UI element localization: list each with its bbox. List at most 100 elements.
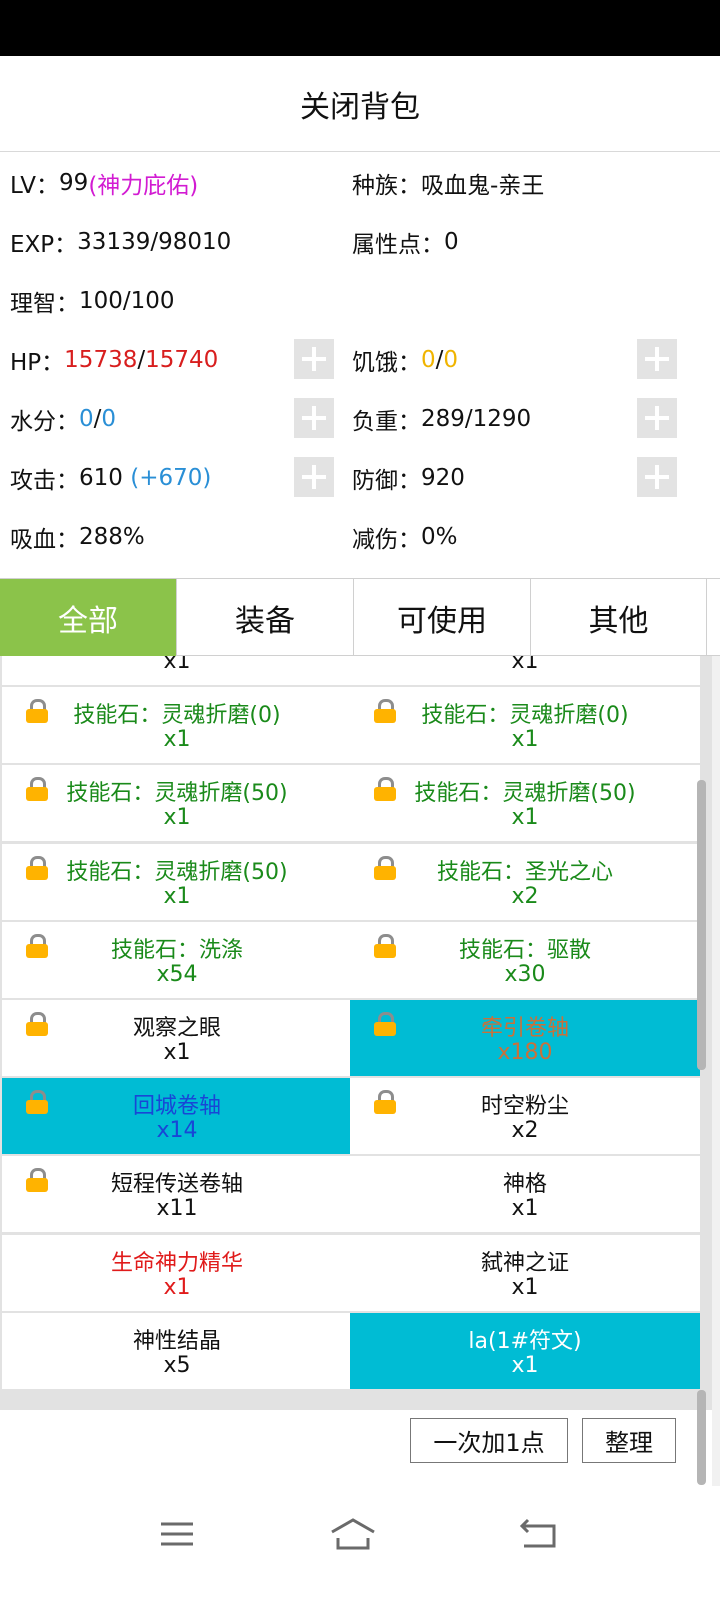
exp-label: EXP： xyxy=(10,231,78,258)
inventory-item[interactable]: 技能石：灵魂折磨(50) x1 xyxy=(2,765,352,841)
item-name: 牵引卷轴 xyxy=(480,1016,569,1041)
item-count: x1 xyxy=(163,805,191,830)
exp-value: 33139/98010 xyxy=(77,228,232,255)
item-name: 时空粉尘 xyxy=(480,1094,569,1119)
item-name: 技能石：灵魂折磨(0) xyxy=(73,703,281,728)
def-label: 防御： xyxy=(352,467,421,494)
tab-equipment[interactable]: 装备 xyxy=(177,579,354,656)
item-count: x2 xyxy=(511,884,539,909)
item-count: x11 xyxy=(156,1196,198,1221)
item-count: x5 xyxy=(163,1353,191,1378)
item-count: x1 xyxy=(163,727,191,752)
water-current: 0 xyxy=(79,405,94,432)
item-name: 神性结晶 xyxy=(132,1329,221,1354)
item-name: 技能石：圣光之心 xyxy=(436,860,613,885)
lv-stat: LV： 99 (神力庇佑) xyxy=(10,153,198,212)
item-name: 神格 xyxy=(502,1172,547,1197)
item-count: x1 xyxy=(511,656,539,674)
attack-stat: 攻击： 610 (+670) xyxy=(10,448,211,507)
water-max: 0 xyxy=(101,405,117,432)
item-name: 弑神之证 xyxy=(480,1251,569,1276)
back-icon[interactable] xyxy=(514,1514,564,1554)
item-name: 技能石：洗涤 xyxy=(110,938,243,963)
hp-stat: HP： 15738 / 15740 xyxy=(10,330,218,389)
exp-stat: EXP： 33139/98010 xyxy=(10,212,231,271)
lifesteal-stat: 吸血： 288% xyxy=(10,507,145,566)
lv-bonus: (神力庇佑) xyxy=(88,172,199,199)
inventory-item[interactable]: 短程传送卷轴 x11 xyxy=(2,1156,352,1232)
inventory-item[interactable]: 牵引卷轴 x180 xyxy=(350,1000,700,1076)
menu-icon[interactable] xyxy=(152,1514,202,1554)
defense-plus-button[interactable] xyxy=(637,457,677,497)
inventory-item[interactable]: la(1#符文) x1 xyxy=(350,1313,700,1389)
category-tabs: 全部 装备 可使用 其他 xyxy=(0,578,720,656)
hp-plus-button[interactable] xyxy=(294,339,334,379)
inventory-item[interactable]: 技能石：圣光之心 x2 xyxy=(350,844,700,920)
item-name: 短程传送卷轴 xyxy=(110,1172,243,1197)
sort-button[interactable]: 整理 xyxy=(582,1418,676,1463)
inventory-item[interactable]: 弑神之证 x1 xyxy=(350,1235,700,1311)
lv-value: 99 xyxy=(59,169,89,196)
hunger-current: 0 xyxy=(421,346,436,373)
hp-current: 15738 xyxy=(64,346,138,373)
inventory-item[interactable]: 神性结晶 x5 xyxy=(2,1313,352,1389)
hunger-sep: / xyxy=(435,346,444,373)
item-name: 观察之眼 xyxy=(132,1016,221,1041)
def-value: 920 xyxy=(421,464,465,491)
water-label: 水分： xyxy=(10,408,79,435)
inventory-item[interactable]: 技能石：驱散 x30 xyxy=(350,922,700,998)
inventory-item[interactable]: 技能石：灵魂折磨(0) x1 xyxy=(350,687,700,763)
atk-value: 610 xyxy=(79,464,131,491)
inventory-grid[interactable]: x1 x1 技能石：灵魂折磨(0) x1 技能石：灵魂折磨(0) x1 技能石：灵魂折磨(5… xyxy=(0,656,712,1410)
system-nav-bar xyxy=(0,1490,720,1600)
item-count: x54 xyxy=(156,962,198,987)
close-bag-title[interactable]: 关闭背包 xyxy=(0,56,720,152)
lv-label: LV： xyxy=(10,172,60,199)
item-name: 技能石：灵魂折磨(0) xyxy=(421,703,629,728)
damage-reduce-stat: 减伤： 0% xyxy=(352,507,458,566)
hunger-label: 饥饿： xyxy=(352,349,421,376)
scrollbar-track[interactable] xyxy=(712,656,720,1486)
race-value: 吸血鬼-亲王 xyxy=(421,172,545,199)
hp-sep: / xyxy=(137,346,146,373)
attr-points-stat: 属性点： 0 xyxy=(352,212,459,271)
inventory-item[interactable]: 时空粉尘 x2 xyxy=(350,1078,700,1154)
attr-value: 0 xyxy=(444,228,459,255)
item-count: x1 xyxy=(511,1353,539,1378)
inventory-item[interactable]: x1 xyxy=(2,656,352,685)
sanity-stat: 理智： 100/100 xyxy=(10,271,175,330)
race-label: 种族： xyxy=(352,172,421,199)
inventory-item[interactable]: 技能石：洗涤 x54 xyxy=(2,922,352,998)
home-icon[interactable] xyxy=(328,1514,378,1554)
item-count: x30 xyxy=(504,962,546,987)
scrollbar-thumb-lower[interactable] xyxy=(697,1390,706,1485)
load-stat: 负重： 289/1290 xyxy=(352,389,531,448)
scrollbar-thumb[interactable] xyxy=(697,780,706,1070)
add-one-point-button[interactable]: 一次加1点 xyxy=(410,1418,568,1463)
inventory-item[interactable]: 回城卷轴 x14 xyxy=(2,1078,352,1154)
load-label: 负重： xyxy=(352,408,421,435)
hunger-plus-button[interactable] xyxy=(637,339,677,379)
tab-other[interactable]: 其他 xyxy=(531,579,707,656)
inventory-item[interactable]: 生命神力精华 x1 xyxy=(2,1235,352,1311)
sanity-label: 理智： xyxy=(10,290,79,317)
load-plus-button[interactable] xyxy=(637,398,677,438)
reduce-value: 0% xyxy=(421,523,458,550)
item-name: 技能石：灵魂折磨(50) xyxy=(66,860,288,885)
inventory-item[interactable]: x1 xyxy=(350,656,700,685)
water-plus-button[interactable] xyxy=(294,398,334,438)
inventory-item[interactable]: 技能石：灵魂折磨(50) x1 xyxy=(350,765,700,841)
tab-usable[interactable]: 可使用 xyxy=(354,579,531,656)
item-name: 生命神力精华 xyxy=(110,1251,243,1276)
item-count: x1 xyxy=(163,1040,191,1065)
tab-all[interactable]: 全部 xyxy=(0,579,177,656)
atk-label: 攻击： xyxy=(10,467,79,494)
inventory-item[interactable]: 技能石：灵魂折磨(50) x1 xyxy=(2,844,352,920)
item-name: 回城卷轴 xyxy=(132,1094,221,1119)
inventory-item[interactable]: 神格 x1 xyxy=(350,1156,700,1232)
inventory-item[interactable]: 观察之眼 x1 xyxy=(2,1000,352,1076)
atk-bonus: (+670) xyxy=(130,464,212,491)
attack-plus-button[interactable] xyxy=(294,457,334,497)
reduce-label: 减伤： xyxy=(352,526,421,553)
inventory-item[interactable]: 技能石：灵魂折磨(0) x1 xyxy=(2,687,352,763)
